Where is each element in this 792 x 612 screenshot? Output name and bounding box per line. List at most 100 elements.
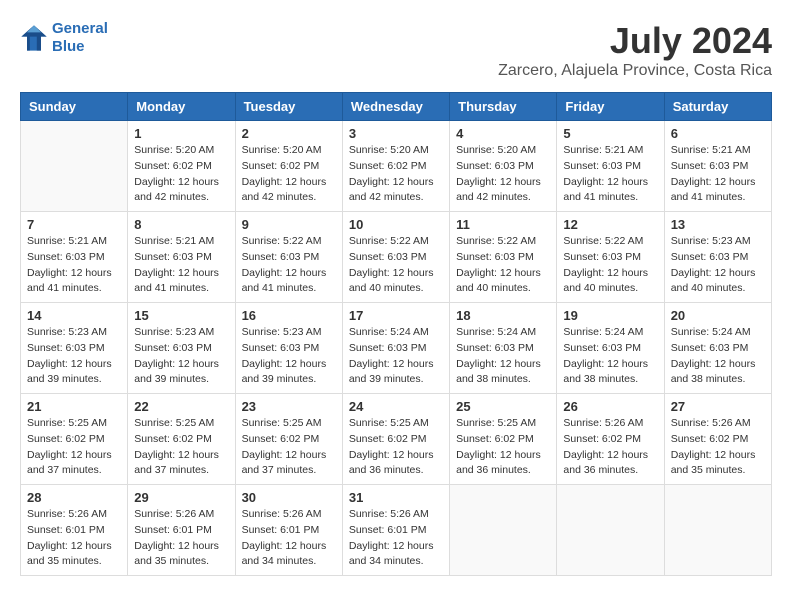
week-row-4: 21 Sunrise: 5:25 AMSunset: 6:02 PMDayligh… xyxy=(21,394,772,485)
day-info: Sunrise: 5:23 AMSunset: 6:03 PMDaylight:… xyxy=(134,325,228,388)
logo: General Blue xyxy=(20,20,108,56)
day-number: 10 xyxy=(349,217,443,232)
day-number: 5 xyxy=(563,126,657,141)
page: General Blue July 2024 Zarcero, Alajuela… xyxy=(0,0,792,596)
calendar-cell-w3d3: 16 Sunrise: 5:23 AMSunset: 6:03 PMDayligh… xyxy=(235,303,342,394)
day-number: 28 xyxy=(27,490,121,505)
calendar-cell-w2d2: 8 Sunrise: 5:21 AMSunset: 6:03 PMDaylight… xyxy=(128,212,235,303)
calendar-cell-w3d5: 18 Sunrise: 5:24 AMSunset: 6:03 PMDayligh… xyxy=(450,303,557,394)
day-info: Sunrise: 5:21 AMSunset: 6:03 PMDaylight:… xyxy=(134,234,228,297)
calendar-cell-w3d4: 17Sunrise: 5:24 AMSunset: 6:03 PMDayligh… xyxy=(342,303,449,394)
calendar-cell-w1d5: 4 Sunrise: 5:20 AMSunset: 6:03 PMDaylight… xyxy=(450,121,557,212)
day-number: 3 xyxy=(349,126,443,141)
calendar-cell-w3d6: 19 Sunrise: 5:24 AMSunset: 6:03 PMDayligh… xyxy=(557,303,664,394)
day-info: Sunrise: 5:20 AMSunset: 6:03 PMDaylight:… xyxy=(456,143,550,206)
day-number: 31 xyxy=(349,490,443,505)
header-thursday: Thursday xyxy=(450,93,557,121)
calendar-cell-w2d7: 13 Sunrise: 5:23 AMSunset: 6:03 PMDayligh… xyxy=(664,212,771,303)
day-number: 19 xyxy=(563,308,657,323)
calendar-cell-w3d2: 15 Sunrise: 5:23 AMSunset: 6:03 PMDayligh… xyxy=(128,303,235,394)
day-info: Sunrise: 5:20 AMSunset: 6:02 PMDaylight:… xyxy=(242,143,336,206)
day-number: 15 xyxy=(134,308,228,323)
day-info: Sunrise: 5:23 AMSunset: 6:03 PMDaylight:… xyxy=(242,325,336,388)
day-number: 11 xyxy=(456,217,550,232)
day-info: Sunrise: 5:25 AMSunset: 6:02 PMDaylight:… xyxy=(134,416,228,479)
calendar-cell-w2d1: 7 Sunrise: 5:21 AMSunset: 6:03 PMDaylight… xyxy=(21,212,128,303)
day-number: 2 xyxy=(242,126,336,141)
day-number: 9 xyxy=(242,217,336,232)
day-info: Sunrise: 5:23 AMSunset: 6:03 PMDaylight:… xyxy=(27,325,121,388)
day-info: Sunrise: 5:22 AMSunset: 6:03 PMDaylight:… xyxy=(242,234,336,297)
day-info: Sunrise: 5:21 AMSunset: 6:03 PMDaylight:… xyxy=(563,143,657,206)
month-year: July 2024 xyxy=(498,20,772,62)
day-info: Sunrise: 5:25 AMSunset: 6:02 PMDaylight:… xyxy=(456,416,550,479)
calendar-cell-w4d7: 27Sunrise: 5:26 AMSunset: 6:02 PMDayligh… xyxy=(664,394,771,485)
day-number: 12 xyxy=(563,217,657,232)
day-info: Sunrise: 5:20 AMSunset: 6:02 PMDaylight:… xyxy=(349,143,443,206)
calendar-cell-w4d6: 26 Sunrise: 5:26 AMSunset: 6:02 PMDayligh… xyxy=(557,394,664,485)
calendar-cell-w5d1: 28 Sunrise: 5:26 AMSunset: 6:01 PMDayligh… xyxy=(21,485,128,576)
calendar-cell-w5d3: 30Sunrise: 5:26 AMSunset: 6:01 PMDayligh… xyxy=(235,485,342,576)
calendar-cell-w5d2: 29 Sunrise: 5:26 AMSunset: 6:01 PMDayligh… xyxy=(128,485,235,576)
logo-name1: General xyxy=(52,20,108,37)
header-sunday: Sunday xyxy=(21,93,128,121)
header-monday: Monday xyxy=(128,93,235,121)
day-info: Sunrise: 5:24 AMSunset: 6:03 PMDaylight:… xyxy=(671,325,765,388)
calendar-cell-w1d2: 1 Sunrise: 5:20 AMSunset: 6:02 PMDaylight… xyxy=(128,121,235,212)
header: General Blue July 2024 Zarcero, Alajuela… xyxy=(20,20,772,80)
day-info: Sunrise: 5:26 AMSunset: 6:01 PMDaylight:… xyxy=(27,507,121,570)
day-number: 18 xyxy=(456,308,550,323)
location: Zarcero, Alajuela Province, Costa Rica xyxy=(498,62,772,80)
day-info: Sunrise: 5:24 AMSunset: 6:03 PMDaylight:… xyxy=(456,325,550,388)
calendar-cell-w5d6 xyxy=(557,485,664,576)
calendar-cell-w3d7: 20 Sunrise: 5:24 AMSunset: 6:03 PMDayligh… xyxy=(664,303,771,394)
week-row-5: 28 Sunrise: 5:26 AMSunset: 6:01 PMDayligh… xyxy=(21,485,772,576)
day-number: 20 xyxy=(671,308,765,323)
weekday-header-row: Sunday Monday Tuesday Wednesday Thursday… xyxy=(21,93,772,121)
day-info: Sunrise: 5:26 AMSunset: 6:02 PMDaylight:… xyxy=(563,416,657,479)
day-info: Sunrise: 5:26 AMSunset: 6:01 PMDaylight:… xyxy=(349,507,443,570)
day-info: Sunrise: 5:25 AMSunset: 6:02 PMDaylight:… xyxy=(242,416,336,479)
day-info: Sunrise: 5:20 AMSunset: 6:02 PMDaylight:… xyxy=(134,143,228,206)
calendar-cell-w2d6: 12 Sunrise: 5:22 AMSunset: 6:03 PMDayligh… xyxy=(557,212,664,303)
day-number: 30 xyxy=(242,490,336,505)
day-number: 26 xyxy=(563,399,657,414)
day-number: 22 xyxy=(134,399,228,414)
day-info: Sunrise: 5:21 AMSunset: 6:03 PMDaylight:… xyxy=(671,143,765,206)
day-info: Sunrise: 5:22 AMSunset: 6:03 PMDaylight:… xyxy=(456,234,550,297)
week-row-3: 14Sunrise: 5:23 AMSunset: 6:03 PMDayligh… xyxy=(21,303,772,394)
calendar-cell-w4d2: 22 Sunrise: 5:25 AMSunset: 6:02 PMDayligh… xyxy=(128,394,235,485)
day-info: Sunrise: 5:22 AMSunset: 6:03 PMDaylight:… xyxy=(563,234,657,297)
day-number: 23 xyxy=(242,399,336,414)
calendar-cell-w1d7: 6Sunrise: 5:21 AMSunset: 6:03 PMDaylight… xyxy=(664,121,771,212)
day-info: Sunrise: 5:25 AMSunset: 6:02 PMDaylight:… xyxy=(27,416,121,479)
day-number: 25 xyxy=(456,399,550,414)
day-info: Sunrise: 5:23 AMSunset: 6:03 PMDaylight:… xyxy=(671,234,765,297)
calendar-cell-w1d4: 3 Sunrise: 5:20 AMSunset: 6:02 PMDaylight… xyxy=(342,121,449,212)
calendar-cell-w5d4: 31 Sunrise: 5:26 AMSunset: 6:01 PMDayligh… xyxy=(342,485,449,576)
day-info: Sunrise: 5:22 AMSunset: 6:03 PMDaylight:… xyxy=(349,234,443,297)
logo-icon xyxy=(20,24,48,52)
day-info: Sunrise: 5:26 AMSunset: 6:01 PMDaylight:… xyxy=(134,507,228,570)
week-row-1: 1 Sunrise: 5:20 AMSunset: 6:02 PMDaylight… xyxy=(21,121,772,212)
calendar-table: Sunday Monday Tuesday Wednesday Thursday… xyxy=(20,92,772,576)
logo-text: General Blue xyxy=(52,20,108,56)
day-number: 1 xyxy=(134,126,228,141)
day-number: 8 xyxy=(134,217,228,232)
day-number: 16 xyxy=(242,308,336,323)
day-info: Sunrise: 5:21 AMSunset: 6:03 PMDaylight:… xyxy=(27,234,121,297)
week-row-2: 7 Sunrise: 5:21 AMSunset: 6:03 PMDaylight… xyxy=(21,212,772,303)
calendar-cell-w2d5: 11 Sunrise: 5:22 AMSunset: 6:03 PMDayligh… xyxy=(450,212,557,303)
day-number: 7 xyxy=(27,217,121,232)
day-number: 13 xyxy=(671,217,765,232)
calendar-cell-w5d5 xyxy=(450,485,557,576)
calendar-cell-w1d3: 2 Sunrise: 5:20 AMSunset: 6:02 PMDaylight… xyxy=(235,121,342,212)
calendar-cell-w1d1 xyxy=(21,121,128,212)
calendar-cell-w1d6: 5 Sunrise: 5:21 AMSunset: 6:03 PMDaylight… xyxy=(557,121,664,212)
day-number: 4 xyxy=(456,126,550,141)
day-number: 21 xyxy=(27,399,121,414)
day-number: 29 xyxy=(134,490,228,505)
day-info: Sunrise: 5:24 AMSunset: 6:03 PMDaylight:… xyxy=(563,325,657,388)
day-number: 27 xyxy=(671,399,765,414)
calendar-cell-w4d3: 23 Sunrise: 5:25 AMSunset: 6:02 PMDayligh… xyxy=(235,394,342,485)
